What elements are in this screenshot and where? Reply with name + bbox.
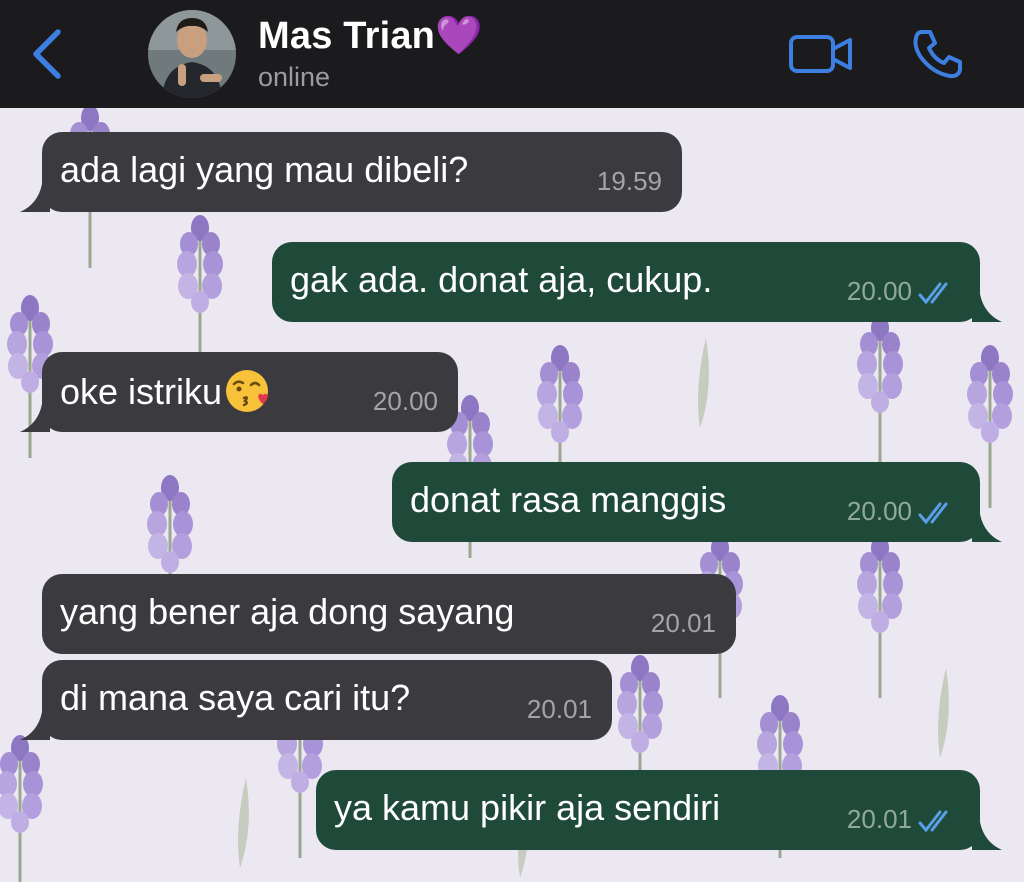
message-time: 20.01 bbox=[650, 608, 716, 638]
message-time: 20.01 bbox=[526, 694, 592, 724]
bubble-tail bbox=[972, 822, 1002, 850]
message-text: oke istriku bbox=[60, 368, 270, 414]
message-outgoing[interactable]: ya kamu pikir aja sendiri 20.01 bbox=[316, 770, 1002, 850]
video-call-button[interactable] bbox=[788, 32, 854, 76]
message-outgoing[interactable]: donat rasa manggis 20.00 bbox=[392, 462, 1002, 542]
message-incoming[interactable]: yang bener aja dong sayang 20.01 bbox=[42, 574, 736, 654]
bubble-tail bbox=[20, 184, 50, 212]
message-incoming[interactable]: ada lagi yang mau dibeli? 19.59 bbox=[20, 132, 682, 212]
kissing-face-emoji-icon bbox=[226, 370, 269, 412]
message-time: 20.00 bbox=[372, 386, 438, 416]
read-receipt-icon bbox=[918, 810, 948, 833]
message-text: gak ada. donat aja, cukup. bbox=[290, 259, 713, 300]
message-time: 20.00 bbox=[846, 276, 912, 306]
voice-call-button[interactable] bbox=[912, 28, 964, 80]
message-time: 19.59 bbox=[596, 166, 662, 196]
message-text: yang bener aja dong sayang bbox=[60, 591, 515, 632]
bubble-tail bbox=[972, 514, 1002, 542]
contact-name[interactable]: Mas Trian💜 bbox=[258, 14, 483, 58]
read-receipt-icon bbox=[918, 502, 948, 525]
avatar-photo bbox=[148, 10, 236, 98]
message-incoming[interactable]: di mana saya cari itu? 20.01 bbox=[20, 660, 612, 740]
contact-status: online bbox=[258, 62, 331, 92]
message-outgoing[interactable]: gak ada. donat aja, cukup. 20.00 bbox=[272, 242, 1002, 322]
message-text: ya kamu pikir aja sendiri bbox=[334, 787, 721, 828]
message-time: 20.00 bbox=[846, 496, 912, 526]
chevron-left-icon bbox=[33, 29, 61, 79]
phone-icon bbox=[913, 30, 962, 79]
message-time: 20.01 bbox=[846, 804, 912, 834]
bubble-tail bbox=[20, 404, 50, 432]
read-receipt-icon bbox=[918, 282, 948, 305]
message-text: ada lagi yang mau dibeli? bbox=[60, 149, 469, 190]
message-text: di mana saya cari itu? bbox=[60, 677, 411, 718]
bubble-tail bbox=[972, 294, 1002, 322]
video-camera-icon bbox=[789, 35, 852, 73]
message-text: donat rasa manggis bbox=[410, 479, 727, 520]
message-incoming[interactable]: oke istriku 😘 20.00 bbox=[20, 352, 458, 432]
back-button[interactable] bbox=[28, 26, 68, 82]
message-text-body: oke istriku bbox=[60, 371, 223, 412]
chat-header: Mas Trian💜 online bbox=[0, 0, 1024, 108]
bubble-tail bbox=[20, 712, 50, 740]
avatar[interactable] bbox=[148, 10, 236, 98]
